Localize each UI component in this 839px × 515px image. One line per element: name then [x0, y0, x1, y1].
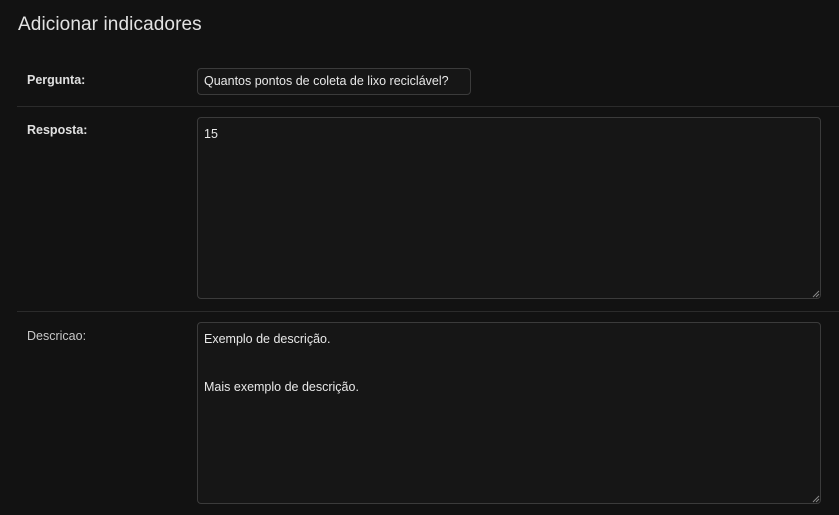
form-row-descricao: Descricao: Exemplo de descrição. Mais ex…	[17, 312, 839, 515]
descricao-label: Descricao:	[27, 329, 87, 343]
resize-grip-icon[interactable]	[812, 495, 820, 503]
add-indicators-page: Adicionar indicadores Pergunta: Quantos …	[0, 0, 839, 515]
descricao-textarea[interactable]: Exemplo de descrição. Mais exemplo de de…	[197, 322, 821, 504]
resposta-label: Resposta:	[27, 123, 88, 137]
form-row-resposta: Resposta: 15	[17, 107, 839, 312]
resize-grip-icon[interactable]	[812, 290, 820, 298]
pergunta-label: Pergunta:	[27, 73, 86, 87]
form-row-pergunta: Pergunta: Quantos pontos de coleta de li…	[17, 57, 839, 107]
resposta-textarea[interactable]: 15	[197, 117, 821, 299]
page-title: Adicionar indicadores	[18, 14, 202, 35]
pergunta-input[interactable]: Quantos pontos de coleta de lixo reciclá…	[197, 68, 471, 95]
